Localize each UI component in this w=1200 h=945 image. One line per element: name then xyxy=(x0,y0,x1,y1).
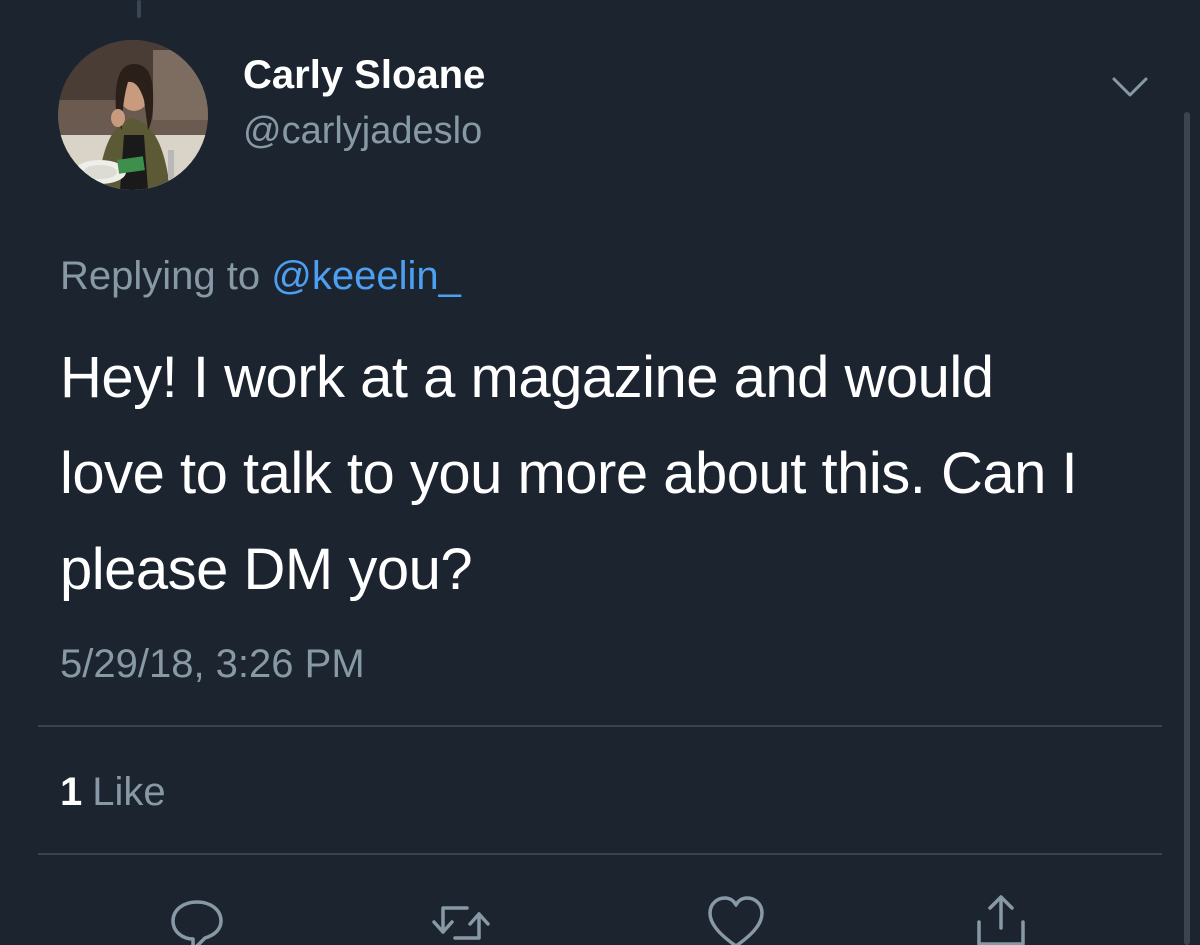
tweet-text-line: love to talk to you more about this. Can… xyxy=(60,441,1078,506)
likes-count: 1 xyxy=(60,770,83,814)
tweet-text: Hey! I work at a magazine and would love… xyxy=(60,330,1170,618)
tweet-timestamp: 5/29/18, 3:26 PM xyxy=(60,642,365,686)
share-button[interactable] xyxy=(971,888,1031,945)
replying-to-prefix: Replying to xyxy=(60,254,261,298)
divider xyxy=(38,853,1162,855)
share-upload-icon xyxy=(977,895,1025,945)
likes-stat[interactable]: 1 Like xyxy=(60,770,166,815)
replying-to-line: Replying to @keeelin_ xyxy=(60,254,461,299)
retweet-arrows-icon xyxy=(432,906,490,940)
user-handle[interactable]: @carlyjadeslo xyxy=(243,110,482,153)
tweet-text-line: Hey! I work at a magazine and would xyxy=(60,345,994,410)
reply-button[interactable] xyxy=(167,888,227,945)
chevron-down-icon[interactable] xyxy=(1108,70,1152,102)
display-name[interactable]: Carly Sloane xyxy=(243,53,485,98)
divider xyxy=(38,725,1162,727)
avatar-photo xyxy=(58,40,208,190)
avatar[interactable] xyxy=(58,40,208,190)
likes-label: Like xyxy=(92,770,166,814)
thread-connector-line xyxy=(137,0,141,18)
speech-bubble-icon xyxy=(171,900,223,945)
scrollbar[interactable] xyxy=(1184,112,1190,945)
heart-icon xyxy=(708,896,764,945)
replying-to-mention-link[interactable]: @keeelin_ xyxy=(271,254,461,298)
tweet-text-line: please DM you? xyxy=(60,537,473,602)
like-button[interactable] xyxy=(706,888,766,945)
retweet-button[interactable] xyxy=(431,888,491,945)
